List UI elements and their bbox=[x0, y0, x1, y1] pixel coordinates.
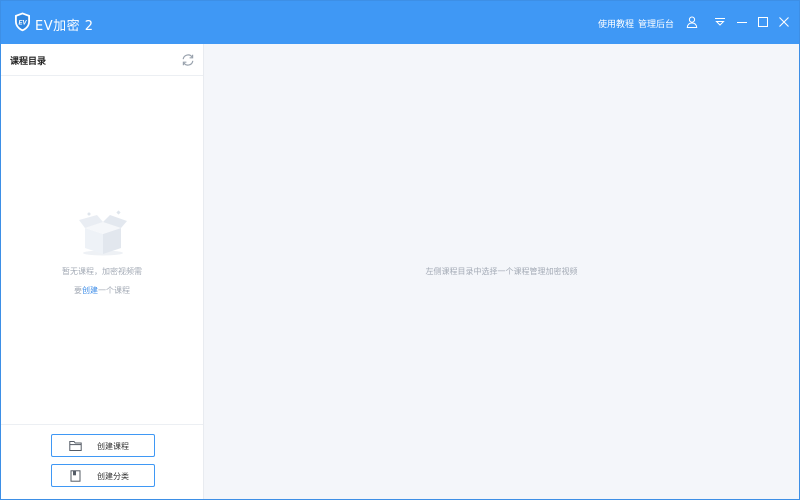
app-window: EV EV加密 2 使用教程 管理后台 课程目录 暂无课程，加密视频需 要创建一… bbox=[0, 0, 800, 500]
maximize-icon[interactable] bbox=[757, 16, 769, 28]
create-hint-suffix: 一个课程 bbox=[98, 286, 130, 295]
main-hint: 左侧课程目录中选择一个课程管理加密视频 bbox=[425, 267, 578, 276]
sidebar-footer: 创建课程 创建分类 bbox=[1, 424, 203, 499]
create-hint: 要创建一个课程 bbox=[1, 285, 203, 296]
user-icon[interactable] bbox=[686, 16, 698, 28]
minimize-icon[interactable] bbox=[736, 16, 748, 28]
refresh-icon[interactable] bbox=[181, 53, 195, 67]
create-link[interactable]: 创建 bbox=[82, 286, 98, 295]
logo-text: EV bbox=[18, 20, 27, 26]
sidebar-title: 课程目录 bbox=[10, 57, 47, 67]
tutorial-link[interactable]: 使用教程 bbox=[598, 17, 634, 30]
empty-box-icon bbox=[79, 210, 127, 256]
admin-link[interactable]: 管理后台 bbox=[638, 17, 674, 30]
shield-logo-icon: EV bbox=[15, 12, 30, 32]
app-title: EV加密 2 bbox=[35, 19, 94, 34]
close-icon[interactable] bbox=[778, 16, 790, 28]
title-bar: EV EV加密 2 使用教程 管理后台 bbox=[1, 1, 799, 44]
dropdown-menu-icon[interactable] bbox=[714, 16, 726, 28]
create-course-label: 创建课程 bbox=[97, 442, 129, 451]
create-hint-prefix: 要 bbox=[74, 286, 82, 295]
sidebar-header: 课程目录 bbox=[1, 44, 203, 76]
main-content: 左侧课程目录中选择一个课程管理加密视频 bbox=[204, 44, 799, 499]
create-category-label: 创建分类 bbox=[97, 472, 129, 481]
create-course-button[interactable]: 创建课程 bbox=[51, 434, 155, 457]
course-sidebar: 课程目录 暂无课程，加密视频需 要创建一个课程 创建课程 创建分类 bbox=[1, 44, 204, 499]
empty-message: 暂无课程，加密视频需 bbox=[62, 267, 142, 276]
create-category-button[interactable]: 创建分类 bbox=[51, 464, 155, 487]
